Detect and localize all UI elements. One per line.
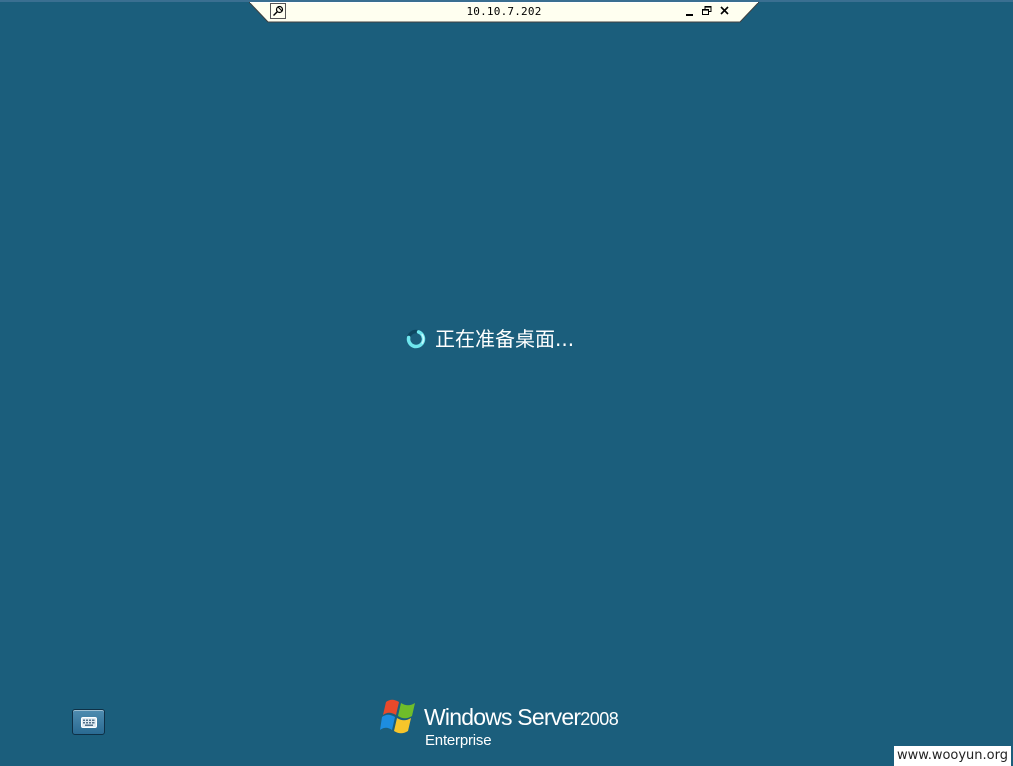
- product-name: Windows Server2008: [424, 704, 619, 731]
- connection-bar[interactable]: 10.10.7.202: [249, 2, 759, 23]
- keyboard-icon: [81, 717, 97, 728]
- restore-icon[interactable]: [700, 4, 714, 18]
- product-edition: Enterprise: [425, 732, 492, 749]
- product-title: Windows Server: [424, 704, 581, 730]
- status-message: 正在准备桌面...: [435, 327, 575, 351]
- product-version: 2008: [580, 709, 619, 729]
- close-icon[interactable]: [718, 4, 732, 18]
- ease-of-access-button[interactable]: [72, 709, 105, 735]
- remote-host-address: 10.10.7.202: [466, 5, 542, 18]
- pushpin-icon[interactable]: [270, 3, 286, 19]
- windows-flag-icon: [380, 699, 415, 734]
- minimize-icon[interactable]: [683, 4, 697, 18]
- loading-status: 正在准备桌面...: [405, 323, 574, 355]
- loading-spinner-icon: [406, 329, 426, 349]
- watermark: www.wooyun.org: [893, 746, 1011, 766]
- windows-server-branding: Windows Server2008 Enterprise: [380, 696, 640, 756]
